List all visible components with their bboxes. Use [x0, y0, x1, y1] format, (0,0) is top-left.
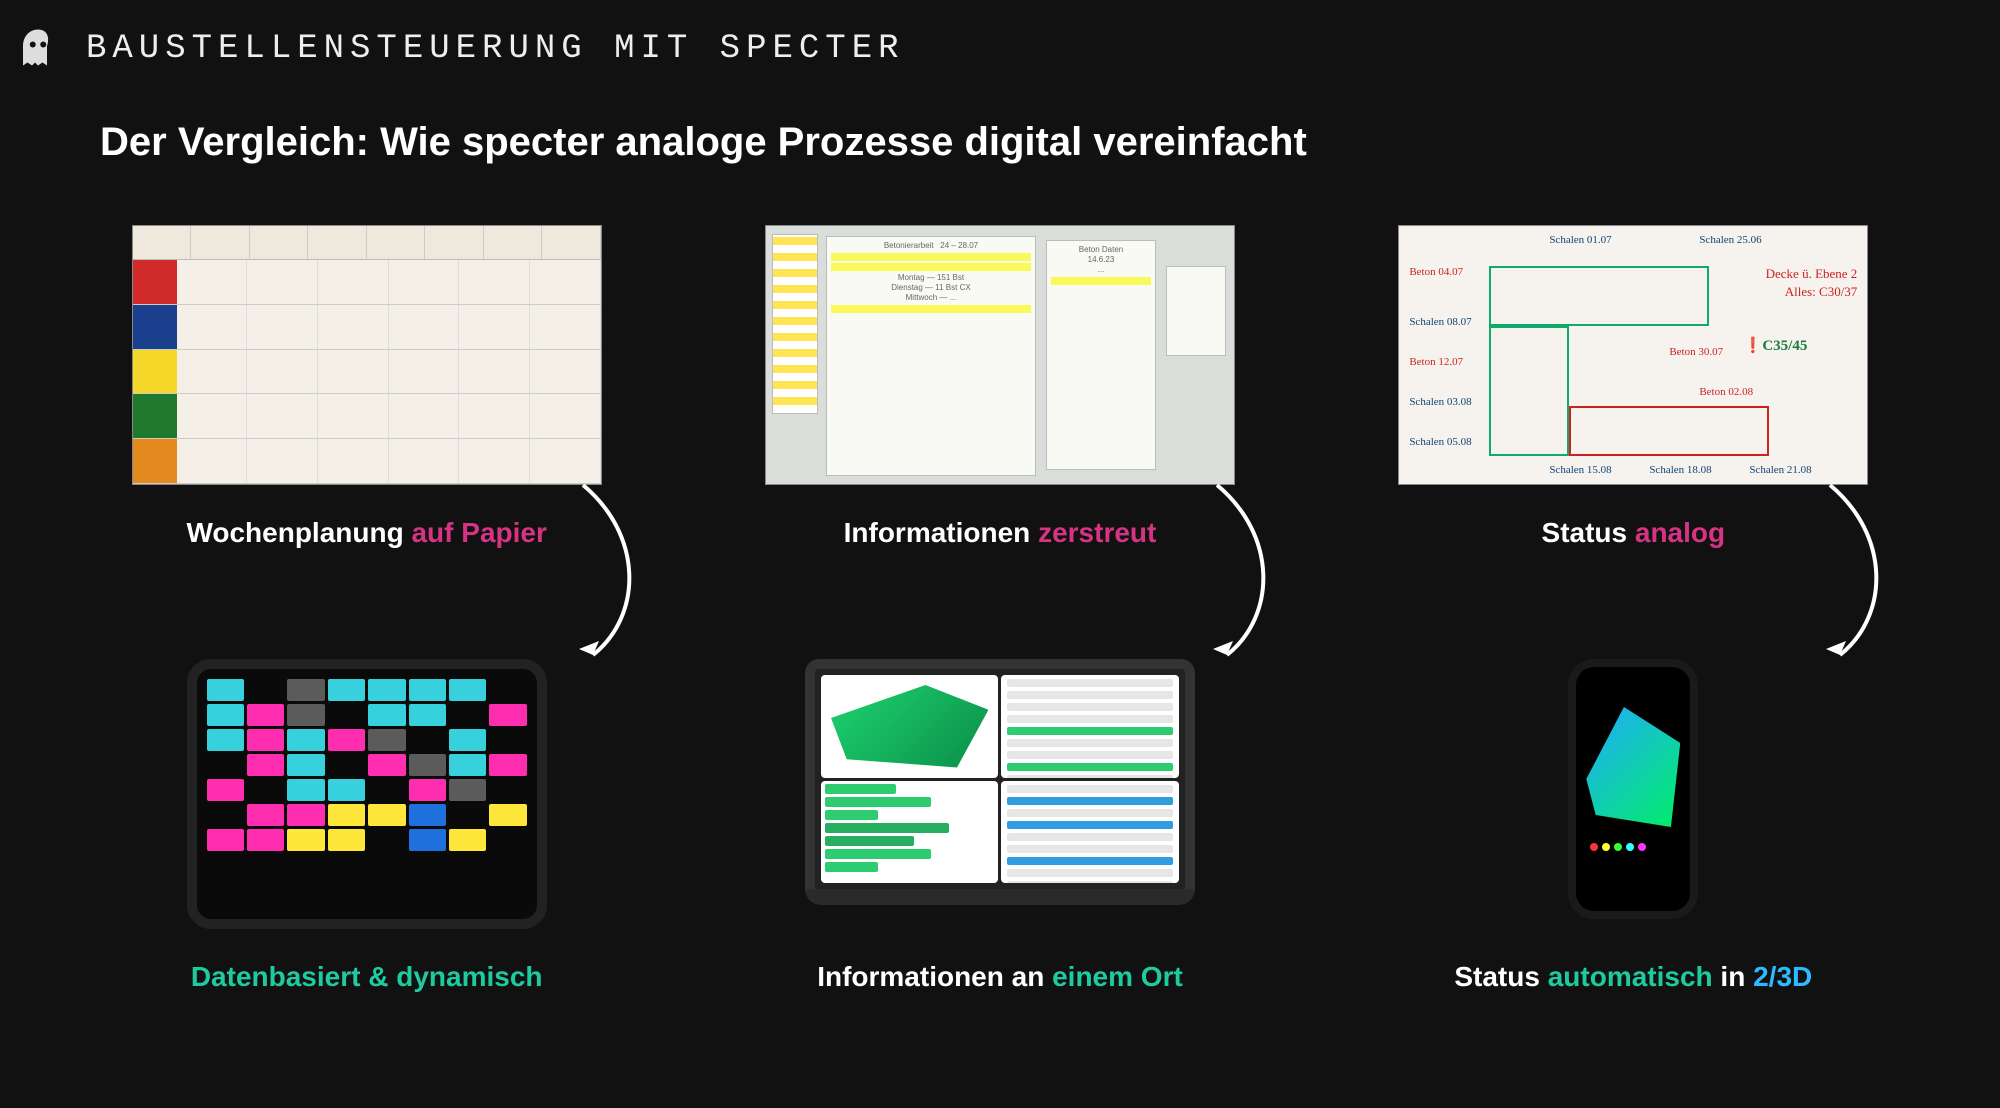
caption-digital-3: Status automatisch in 2/3D	[1377, 961, 1890, 993]
analog-image-scattered: Betonierarbeit 24 – 28.07 Montag — 151 B…	[743, 225, 1256, 485]
analog-image-status: Schalen 01.07 Schalen 25.06 Beton 04.07 …	[1377, 225, 1890, 485]
ghost-icon	[20, 28, 56, 70]
digital-tablet	[110, 659, 623, 929]
brand-title: BAUSTELLENSTEUERUNG MIT SPECTER	[86, 30, 905, 68]
caption-analog-3: Status analog	[1377, 517, 1890, 549]
digital-laptop	[743, 659, 1256, 929]
digital-phone	[1377, 659, 1890, 929]
analog-image-weekplanning	[110, 225, 623, 485]
caption-digital-1: Datenbasiert & dynamisch	[110, 961, 623, 993]
caption-analog-2: Informationen zerstreut	[743, 517, 1256, 549]
caption-digital-2: Informationen an einem Ort	[743, 961, 1256, 993]
page-title: Der Vergleich: Wie specter analoge Proze…	[100, 120, 2000, 165]
caption-analog-1: Wochenplanung auf Papier	[110, 517, 623, 549]
